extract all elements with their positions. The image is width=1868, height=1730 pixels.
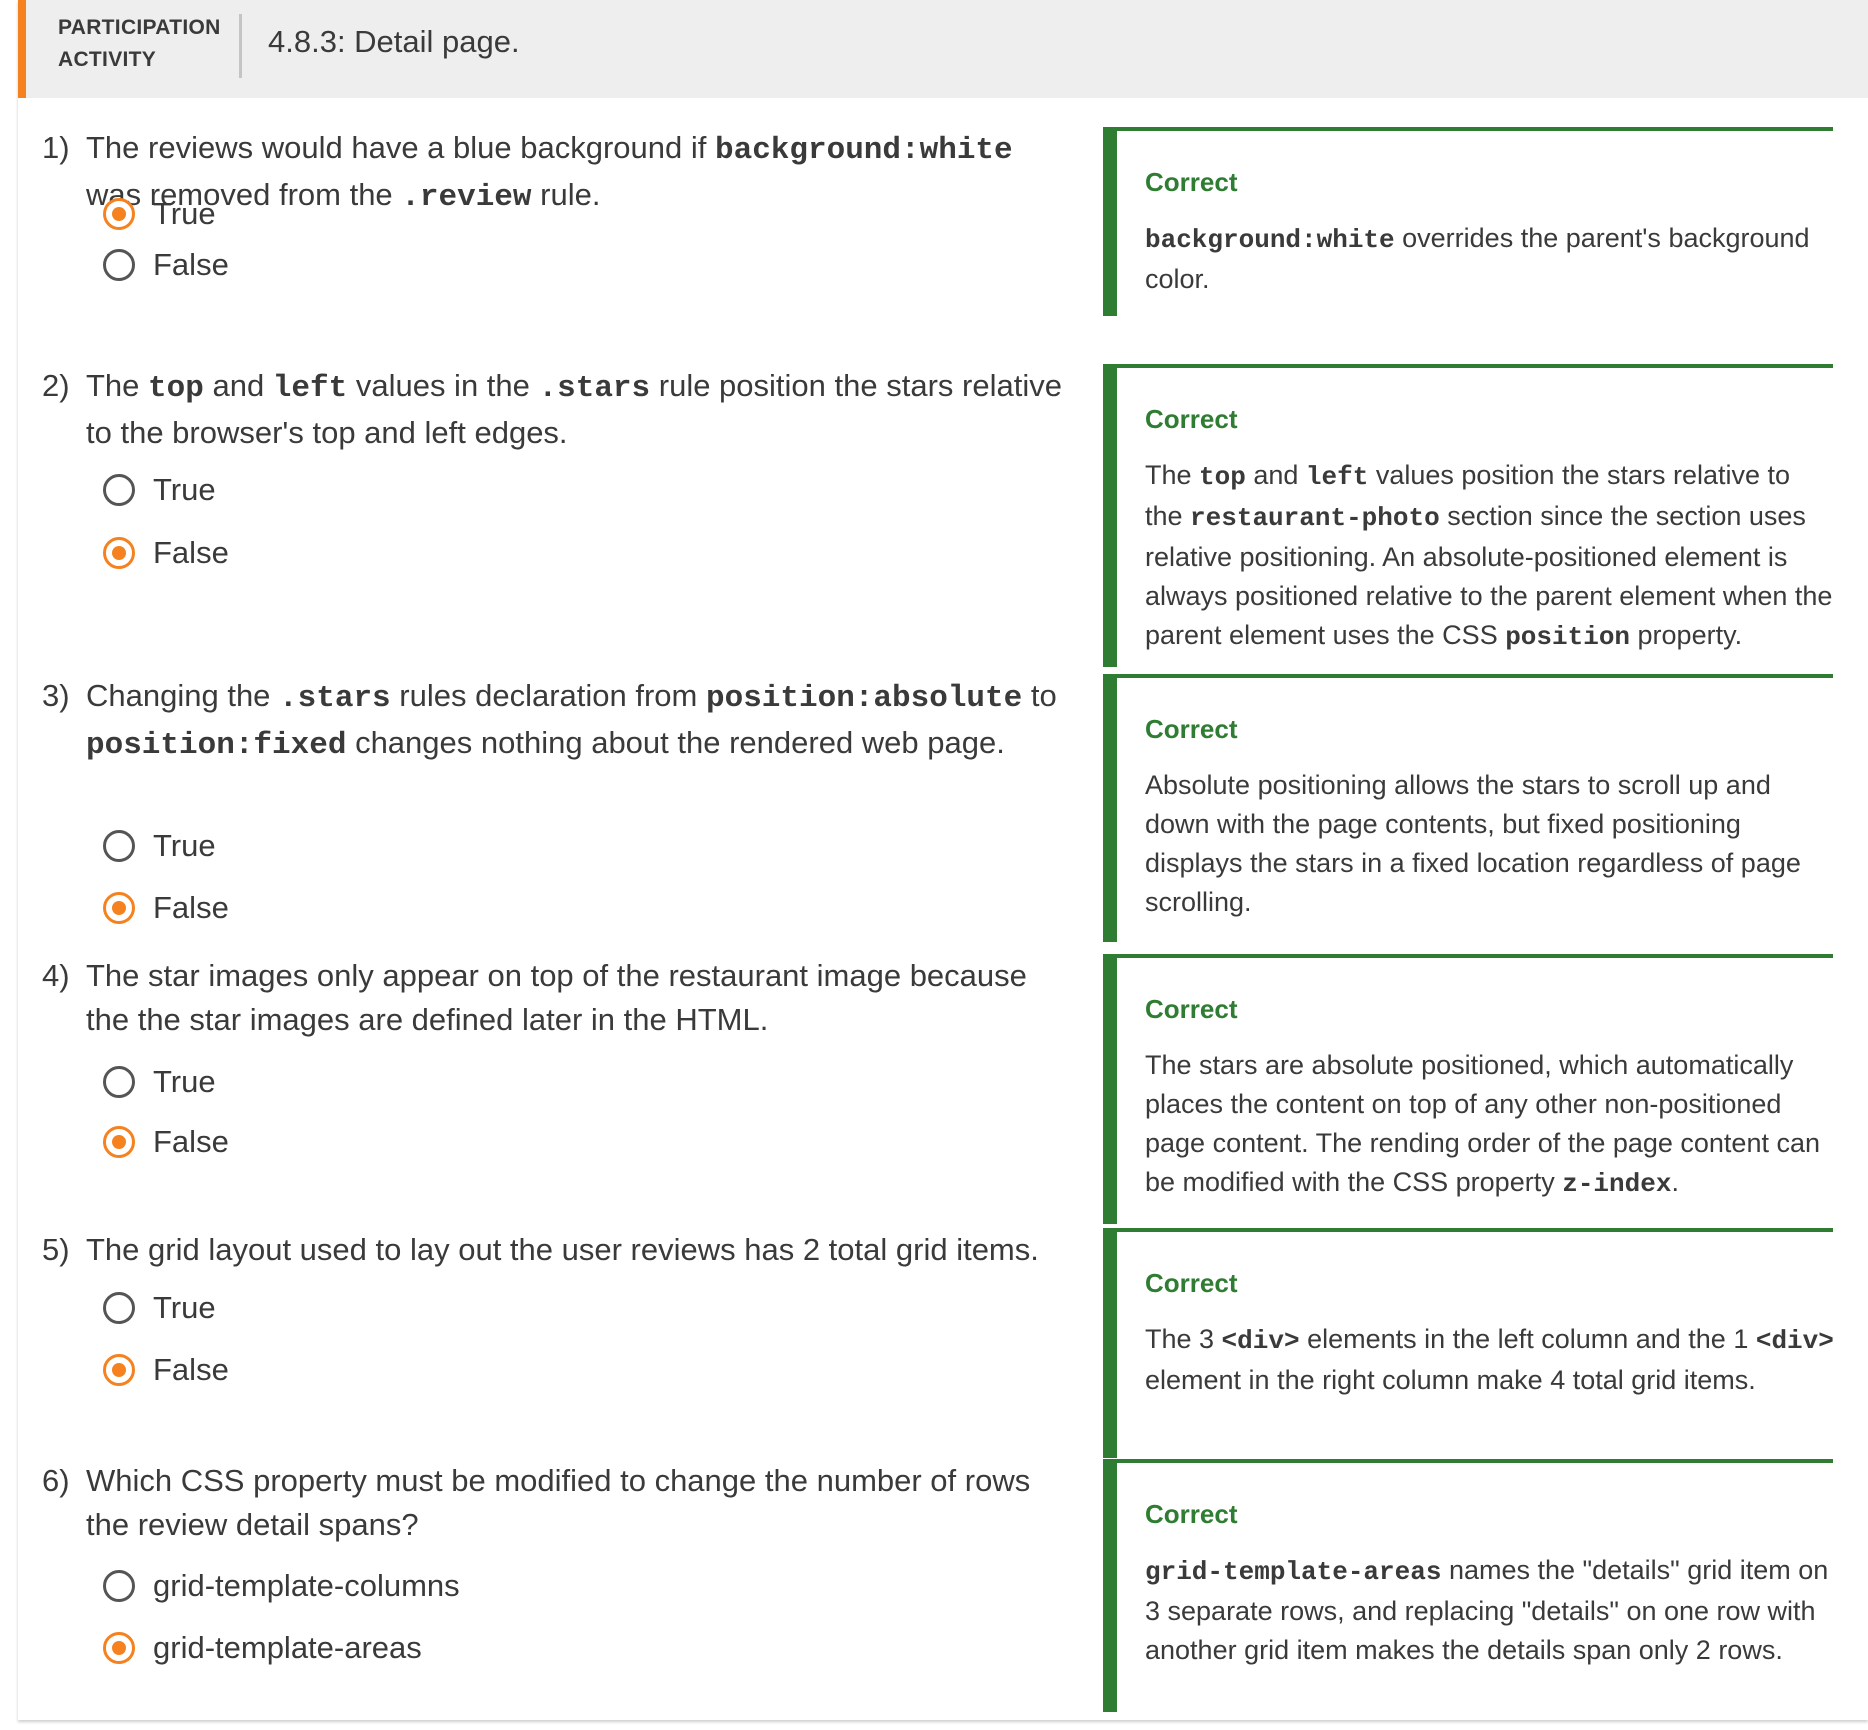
radio-button[interactable] <box>103 1126 135 1158</box>
feedback-explanation: The 3 <div> elements in the left column … <box>1145 1324 1834 1395</box>
question-text: The grid layout used to lay out the user… <box>86 1232 1039 1267</box>
option-label: False <box>153 1352 229 1387</box>
radio-button[interactable] <box>103 198 135 230</box>
feedback-panel-1: Correct background:white overrides the p… <box>1103 127 1833 316</box>
option-false[interactable]: False <box>103 531 229 575</box>
activity-type-line2: ACTIVITY <box>58 48 157 71</box>
radio-button[interactable] <box>103 1570 135 1602</box>
question-number: 2) <box>42 368 70 403</box>
inline-code: .review <box>401 180 532 215</box>
option-false[interactable]: False <box>103 886 229 930</box>
option-true[interactable]: True <box>103 1286 216 1330</box>
option-false[interactable]: False <box>103 1120 229 1164</box>
feedback-panel-4: Correct The stars are absolute positione… <box>1103 954 1833 1224</box>
option-label: True <box>153 1064 216 1099</box>
feedback-status: Correct <box>1145 1499 1238 1529</box>
inline-code: position <box>1505 622 1631 652</box>
option-label: True <box>153 1290 216 1325</box>
feedback-panel-3: Correct Absolute positioning allows the … <box>1103 674 1833 942</box>
radio-button[interactable] <box>103 1066 135 1098</box>
option-true[interactable]: True <box>103 1060 216 1104</box>
feedback-explanation: grid-template-areas names the "details" … <box>1145 1555 1829 1665</box>
option-false[interactable]: False <box>103 243 229 287</box>
inline-code: top <box>1199 462 1246 492</box>
feedback-status: Correct <box>1145 714 1238 744</box>
inline-code: z-index <box>1562 1169 1672 1199</box>
question-number: 5) <box>42 1232 70 1267</box>
radio-button[interactable] <box>103 249 135 281</box>
question-number: 3) <box>42 678 70 713</box>
question-text: The top and left values in the .stars ru… <box>86 368 1062 450</box>
radio-button[interactable] <box>103 1292 135 1324</box>
activity-header: PARTICIPATION ACTIVITY 4.8.3: Detail pag… <box>18 0 1868 98</box>
feedback-explanation: background:white overrides the parent's … <box>1145 223 1810 294</box>
inline-code: .stars <box>538 371 651 406</box>
option-true[interactable]: True <box>103 192 216 236</box>
feedback-explanation: The stars are absolute positioned, which… <box>1145 1050 1820 1199</box>
radio-button[interactable] <box>103 1354 135 1386</box>
activity-title: 4.8.3: Detail page. <box>268 24 520 59</box>
inline-code: background:white <box>1145 225 1395 255</box>
option-grid-template-areas[interactable]: grid-template-areas <box>103 1626 422 1670</box>
option-true[interactable]: True <box>103 468 216 512</box>
option-label: grid-template-areas <box>153 1630 422 1665</box>
inline-code: restaurant-photo <box>1190 503 1440 533</box>
radio-button[interactable] <box>103 474 135 506</box>
question-number: 1) <box>42 130 70 165</box>
feedback-status: Correct <box>1145 404 1238 434</box>
radio-button[interactable] <box>103 892 135 924</box>
option-label: grid-template-columns <box>153 1568 460 1603</box>
inline-code: .stars <box>279 681 391 716</box>
question-number: 4) <box>42 958 70 993</box>
feedback-panel-6: Correct grid-template-areas names the "d… <box>1103 1459 1833 1712</box>
radio-button[interactable] <box>103 537 135 569</box>
radio-button[interactable] <box>103 1632 135 1664</box>
inline-code: position:absolute <box>705 681 1023 716</box>
option-label: True <box>153 828 216 863</box>
inline-code: background:white <box>714 133 1013 168</box>
option-true[interactable]: True <box>103 824 216 868</box>
question-text: Changing the .stars rules declaration fr… <box>86 678 1057 763</box>
inline-code: top <box>148 371 204 406</box>
activity-type-label: PARTICIPATION ACTIVITY <box>58 12 221 76</box>
inline-code: <div> <box>1755 1326 1834 1356</box>
option-false[interactable]: False <box>103 1348 229 1392</box>
inline-code: grid-template-areas <box>1145 1557 1442 1587</box>
activity-type-line1: PARTICIPATION <box>58 16 221 39</box>
option-label: False <box>153 247 229 282</box>
option-label: False <box>153 1124 229 1159</box>
option-grid-template-columns[interactable]: grid-template-columns <box>103 1564 460 1608</box>
feedback-panel-5: Correct The 3 <div> elements in the left… <box>1103 1228 1834 1458</box>
inline-code: <div> <box>1221 1326 1300 1356</box>
option-label: True <box>153 196 216 231</box>
question-text: Which CSS property must be modified to c… <box>86 1463 1031 1542</box>
question-text: The reviews would have a blue background… <box>86 130 1013 215</box>
question-text: The star images only appear on top of th… <box>86 958 1027 1037</box>
header-divider <box>239 14 242 78</box>
feedback-status: Correct <box>1145 167 1238 197</box>
feedback-panel-2: Correct The top and left values position… <box>1103 364 1833 667</box>
inline-code: position:fixed <box>86 728 347 763</box>
feedback-explanation: Absolute positioning allows the stars to… <box>1145 770 1801 917</box>
option-label: False <box>153 890 229 925</box>
feedback-explanation: The top and left values position the sta… <box>1145 460 1833 652</box>
feedback-status: Correct <box>1145 1268 1238 1298</box>
inline-code: left <box>272 371 348 406</box>
question-number: 6) <box>42 1463 70 1498</box>
option-label: True <box>153 472 216 507</box>
inline-code: left <box>1305 462 1369 492</box>
radio-button[interactable] <box>103 830 135 862</box>
option-label: False <box>153 535 229 570</box>
feedback-status: Correct <box>1145 994 1238 1024</box>
